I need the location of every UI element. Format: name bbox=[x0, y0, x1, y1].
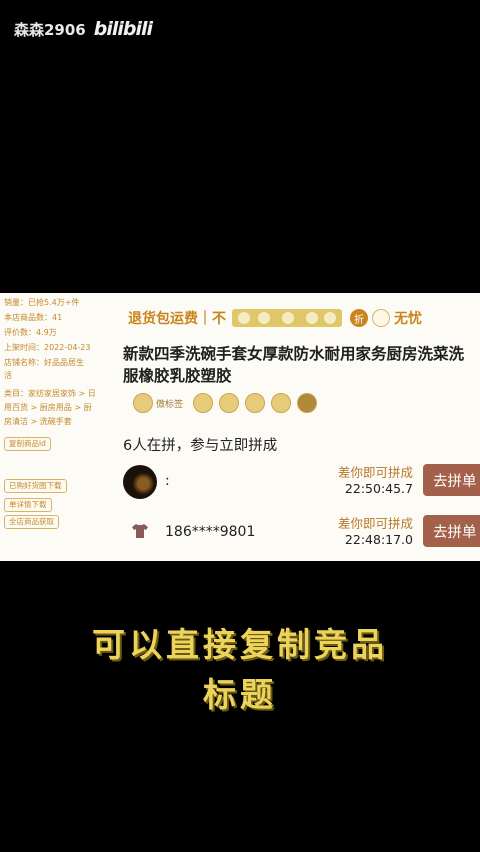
caption-line2: 标题 bbox=[203, 675, 277, 714]
plugin-sidebar: 销量：已抢5.4万+件 本店商品数：41 评价数：4.9万 上架时间：2022-… bbox=[0, 293, 110, 561]
join-group-button[interactable]: 去拼单 bbox=[423, 515, 480, 547]
avatar bbox=[123, 465, 157, 499]
sidebar-sales: 销量：已抢5.4万+件 bbox=[4, 298, 80, 307]
download-detail-button[interactable]: 单详情下载 bbox=[4, 498, 52, 512]
toolbar-icon[interactable] bbox=[282, 312, 294, 324]
hand-cursor-icon bbox=[258, 312, 270, 324]
sidebar-reviews: 评价数：4.9万 bbox=[4, 328, 57, 337]
deal-need: 差你即可拼成 bbox=[337, 516, 413, 531]
deal-timer: 22:48:17.0 bbox=[344, 532, 413, 547]
toolbar-icon[interactable] bbox=[324, 312, 336, 324]
tag-icon[interactable] bbox=[193, 393, 214, 413]
tag-row: 傲标签 bbox=[133, 393, 318, 413]
watermark-user: 森森2906 bbox=[14, 20, 86, 39]
sidebar-category-3: 房清洁 > 洗碗手套 bbox=[4, 417, 72, 426]
join-group-button[interactable]: 去拼单 bbox=[423, 464, 480, 496]
product-title-line2: 服橡胶乳胶塑胶 bbox=[123, 367, 232, 385]
sidebar-category: 类目：家纺家居家饰 > 日 bbox=[4, 389, 96, 398]
shirt-icon bbox=[132, 524, 148, 538]
service-ribbon: 退货包运费｜不 折 无忧 bbox=[128, 307, 422, 329]
product-panel: 退货包运费｜不 折 无忧 新款四季洗碗手套女厚款防水耐用家务厨房洗菜洗 服橡胶乳… bbox=[118, 293, 480, 561]
service-icon bbox=[372, 309, 390, 327]
group-deal: 186****9801 差你即可拼成 22:48:17.0 去拼单 bbox=[123, 512, 480, 552]
download-images-button[interactable]: 已购好货图下载 bbox=[4, 479, 67, 493]
group-count: 6人在拼，参与立即拼成 bbox=[123, 438, 278, 454]
tag-icon[interactable] bbox=[271, 393, 292, 413]
group-deal: : 差你即可拼成 22:50:45.7 去拼单 bbox=[123, 461, 480, 501]
watermark: 森森2906 bilibili bbox=[14, 18, 153, 40]
bilibili-logo: bilibili bbox=[93, 18, 153, 40]
fetch-store-items-button[interactable]: 全店商品获取 bbox=[4, 515, 59, 529]
tag-first-label: 傲标签 bbox=[156, 399, 184, 410]
deal-timer: 22:50:45.7 bbox=[344, 481, 413, 496]
sidebar-shop-name-cont: 活 bbox=[4, 371, 12, 380]
cat-icon bbox=[133, 393, 153, 413]
discount-badge: 折 bbox=[350, 309, 368, 327]
deal-user: : bbox=[165, 473, 170, 489]
product-screenshot: 销量：已抢5.4万+件 本店商品数：41 评价数：4.9万 上架时间：2022-… bbox=[0, 293, 480, 561]
tag-first[interactable]: 傲标签 bbox=[133, 393, 183, 413]
product-title-line1: 新款四季洗碗手套女厚款防水耐用家务厨房洗菜洗 bbox=[123, 345, 465, 363]
product-title[interactable]: 新款四季洗碗手套女厚款防水耐用家务厨房洗菜洗 服橡胶乳胶塑胶 bbox=[123, 343, 480, 387]
deal-user: 186****9801 bbox=[165, 524, 256, 540]
toolbar-icon[interactable] bbox=[306, 312, 318, 324]
tag-icon[interactable] bbox=[219, 393, 240, 413]
tag-icon[interactable] bbox=[297, 393, 318, 413]
copy-id-button[interactable]: 复制商品id bbox=[4, 437, 51, 451]
sidebar-shop-name[interactable]: 店铺名称：好品品居生 bbox=[4, 356, 84, 369]
tag-icon[interactable] bbox=[245, 393, 266, 413]
sidebar-listed: 上架时间：2022-04-23 bbox=[4, 343, 91, 352]
ribbon-text-left: 退货包运费｜不 bbox=[128, 311, 226, 327]
sidebar-category-2: 用百货 > 厨房用品 > 厨 bbox=[4, 403, 92, 412]
sidebar-store-count: 本店商品数：41 bbox=[4, 313, 63, 322]
deal-need: 差你即可拼成 bbox=[337, 465, 413, 480]
caption-line1: 可以直接复制竞品 bbox=[92, 625, 388, 664]
toolbar-icon[interactable] bbox=[238, 312, 250, 324]
ribbon-text-right: 无忧 bbox=[394, 311, 422, 327]
plugin-toolbar[interactable] bbox=[232, 309, 342, 327]
